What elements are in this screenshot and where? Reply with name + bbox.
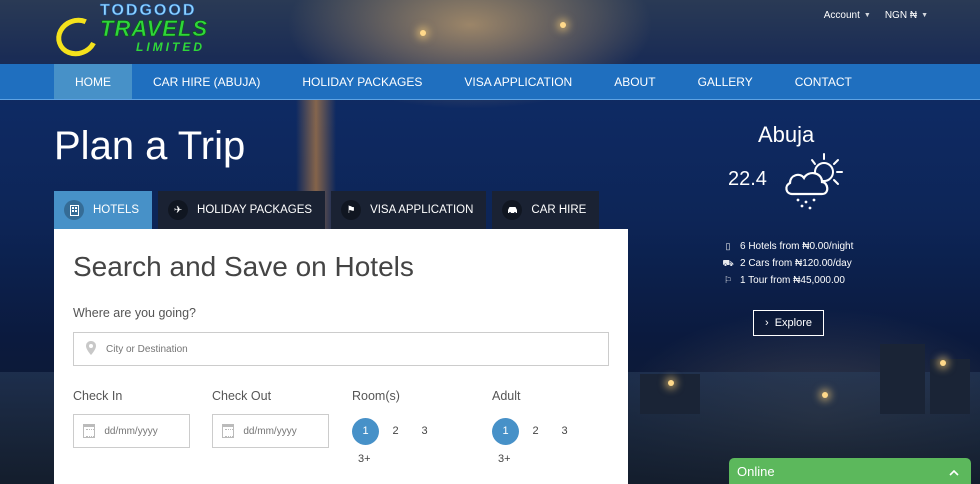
calendar-icon [83,424,96,438]
car-icon [502,200,523,220]
stats-row: ▯ 6 Hotels from ₦0.00/night [722,238,854,255]
tab-label: HOLIDAY PACKAGES [197,204,313,216]
checkout-label: Check Out [212,389,272,403]
search-heading: Search and Save on Hotels [73,251,414,282]
building-silhouette [930,359,970,414]
calendar-icon [222,424,235,438]
nav-holiday-packages[interactable]: HOLIDAY PACKAGES [281,64,443,99]
checkin-label: Check In [73,389,123,403]
cloud-sun-rain-icon [785,153,843,210]
tab-hotels[interactable]: HOTELS [54,191,153,229]
weather-city: Abuja [758,122,815,147]
flag-icon: ⚐ [723,275,733,285]
weather-temperature: 22.4 [728,168,767,190]
adult-option-2[interactable]: 2 [521,417,550,445]
logo-text-line3: LIMITED [136,40,205,54]
map-pin-icon [86,340,96,358]
nav-contact[interactable]: CONTACT [774,64,873,99]
destination-stats: ▯ 6 Hotels from ₦0.00/night ⛟ 2 Cars fro… [722,238,853,289]
chevron-down-icon: ▼ [921,12,928,19]
tab-car-hire[interactable]: CAR HIRE [492,191,600,229]
chevron-right-icon: › [765,317,769,329]
destination-input[interactable] [106,343,608,355]
tab-label: VISA APPLICATION [370,204,474,216]
city-light [940,360,946,366]
adult-label: Adult [492,389,521,403]
stats-text: 2 Cars from ₦120.00/day [740,258,852,269]
explore-button[interactable]: › Explore [753,310,824,336]
adult-option-3[interactable]: 3 [550,417,579,445]
explore-label: Explore [774,317,812,329]
tab-label: HOTELS [93,204,140,216]
city-light [668,380,674,386]
hotel-search-panel: Search and Save on Hotels Where are you … [54,229,628,484]
nav-gallery[interactable]: GALLERY [677,64,774,99]
adult-option-more[interactable]: 3+ [498,453,511,465]
adult-option-1[interactable]: 1 [492,417,519,445]
checkout-input[interactable] [243,425,328,437]
stats-text: 6 Hotels from ₦0.00/night [740,241,854,252]
rooms-selector: 1 2 3 [352,417,439,445]
chevron-up-icon [949,464,959,479]
nav-car-hire[interactable]: CAR HIRE (ABUJA) [132,64,281,99]
currency-dropdown[interactable]: NGN ₦ ▼ [885,10,928,21]
brand-logo[interactable]: TODGOOD TRAVELS LIMITED [50,2,209,63]
chat-status-label: Online [737,463,775,479]
nav-visa-application[interactable]: VISA APPLICATION [443,64,593,99]
tab-visa-application[interactable]: ⚑ VISA APPLICATION [331,191,487,229]
stats-row: ⛟ 2 Cars from ₦120.00/day [722,255,853,272]
checkin-field[interactable] [73,414,190,448]
main-nav: HOME CAR HIRE (ABUJA) HOLIDAY PACKAGES V… [0,64,980,100]
car-icon: ⛟ [722,258,734,268]
page-title: Plan a Trip [54,124,246,168]
online-chat-widget[interactable]: Online [729,458,971,484]
rooms-option-1[interactable]: 1 [352,417,379,445]
account-label: Account [823,10,860,21]
stats-text: 1 Tour from ₦45,000.00 [740,275,845,286]
checkout-field[interactable] [212,414,329,448]
top-bar: TODGOOD TRAVELS LIMITED Account ▼ NGN ₦ … [0,0,980,64]
account-dropdown[interactable]: Account ▼ [824,10,871,21]
rooms-option-2[interactable]: 2 [381,417,410,445]
logo-text-line2: TRAVELS [100,16,209,42]
stats-row: ⚐ 1 Tour from ₦45,000.00 [722,272,853,289]
building-silhouette [880,344,925,414]
flag-icon: ⚑ [341,200,362,220]
search-tabs: HOTELS ✈ HOLIDAY PACKAGES ⚑ VISA APPLICA… [54,191,600,229]
destination-field[interactable] [73,332,609,366]
currency-label: NGN ₦ [884,10,918,21]
hotel-icon [64,200,84,220]
tab-holiday-packages[interactable]: ✈ HOLIDAY PACKAGES [158,191,326,229]
logo-swoosh-icon [50,11,104,63]
rooms-option-3[interactable]: 3 [410,417,439,445]
checkin-input[interactable] [104,425,189,437]
city-light [822,392,828,398]
plane-icon: ✈ [168,200,189,220]
nav-home[interactable]: HOME [54,64,132,99]
adult-selector: 1 2 3 [492,417,579,445]
rooms-label: Room(s) [352,389,400,403]
chevron-down-icon: ▼ [863,12,871,19]
top-links: Account ▼ NGN ₦ ▼ [824,10,928,21]
destination-question: Where are you going? [73,306,196,320]
tab-label: CAR HIRE [531,204,587,216]
rooms-option-more[interactable]: 3+ [358,453,371,465]
nav-about[interactable]: ABOUT [593,64,676,99]
building-icon: ▯ [725,241,731,251]
